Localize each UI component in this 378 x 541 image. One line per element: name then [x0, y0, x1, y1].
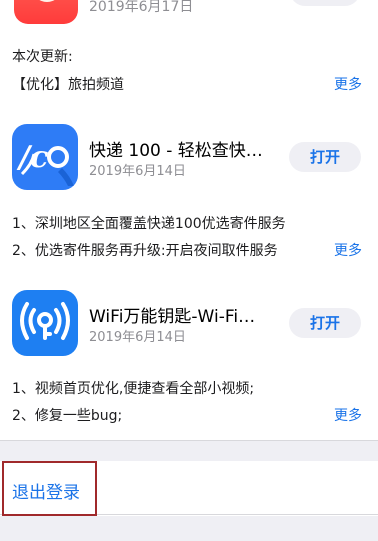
section-separator — [0, 440, 378, 461]
app-name[interactable]: 快递 100 - 轻松查快… — [89, 136, 263, 161]
open-button[interactable]: 打开 — [289, 308, 361, 338]
app-date: 2019年6月14日 — [89, 164, 186, 179]
update-notes-line: 1、深圳地区全面覆盖快递100优选寄件服务 — [12, 216, 286, 232]
update-notes-line: 1、视频首页优化,便捷查看全部小视频; — [12, 381, 255, 397]
update-notes-line: 【优化】旅拍频道 — [12, 77, 124, 93]
app-date: 2019年6月14日 — [89, 330, 186, 345]
face-shape — [32, 0, 62, 2]
open-button-top[interactable] — [290, 0, 360, 6]
update-notes-line: 2、优选寄件服务再升级:开启夜间取件服务 — [12, 243, 278, 259]
kuaidi100-icon[interactable]: /c — [12, 124, 78, 190]
open-button[interactable]: 打开 — [289, 142, 361, 172]
wifi-key-icon[interactable] — [12, 290, 78, 356]
more-link[interactable]: 更多 — [334, 240, 362, 260]
more-link[interactable]: 更多 — [334, 74, 362, 94]
update-notes-line: 2、修复一些bug; — [12, 408, 123, 424]
app-icon-top[interactable] — [14, 0, 78, 24]
more-link[interactable]: 更多 — [334, 405, 362, 425]
section-separator — [0, 516, 378, 541]
app-date: 2019年6月17日 — [89, 0, 194, 15]
highlight-box — [2, 461, 97, 516]
app-name[interactable]: WiFi万能钥匙-Wi-Fi… — [89, 302, 255, 327]
update-notes-title: 本次更新: — [12, 49, 73, 65]
